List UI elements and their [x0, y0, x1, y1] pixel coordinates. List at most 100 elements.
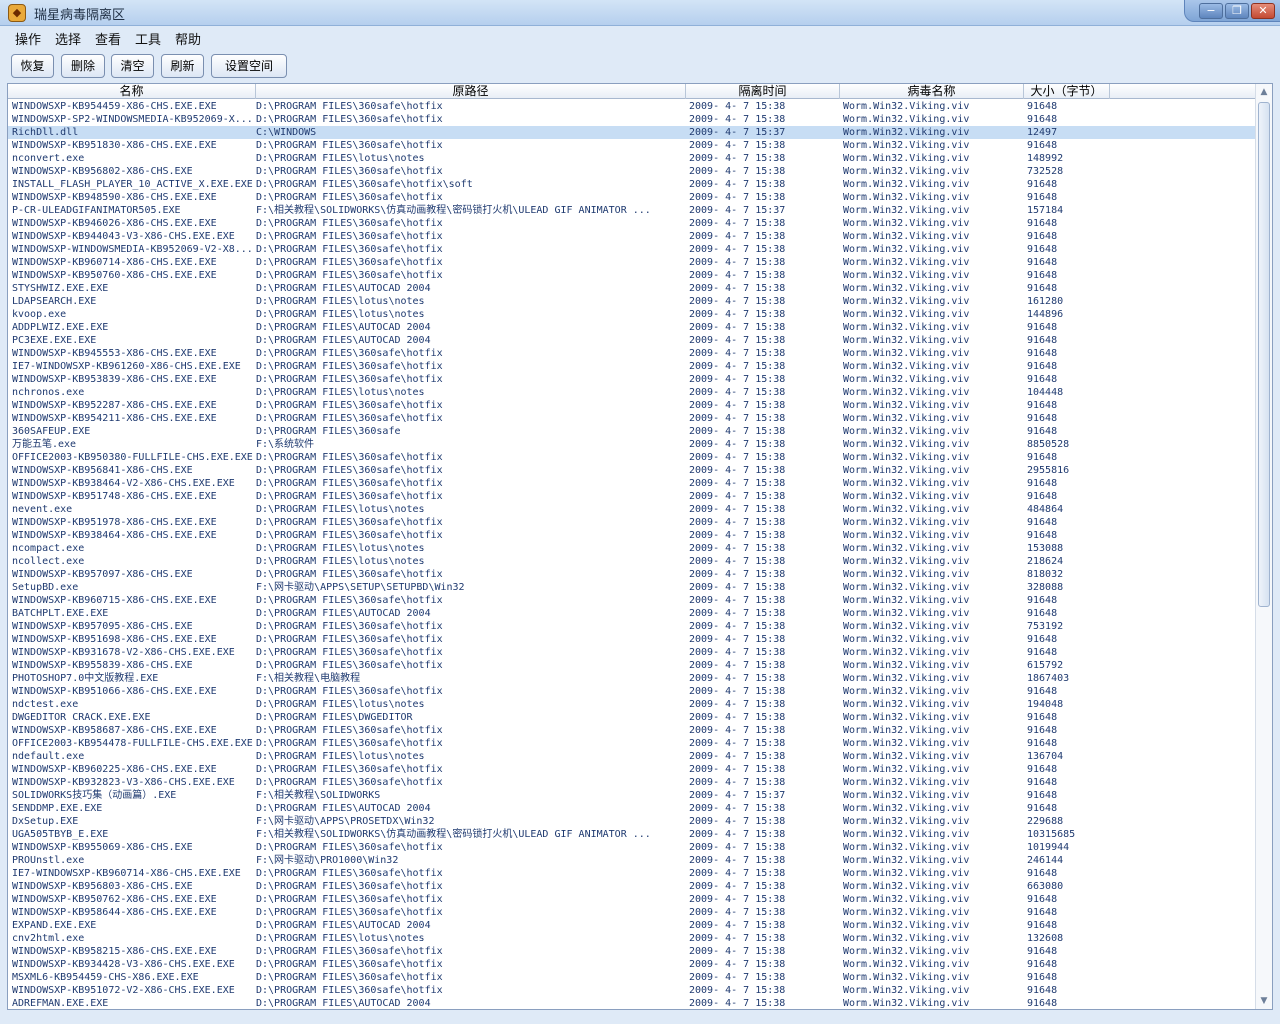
file-size: 91648 [1027, 374, 1058, 385]
set-space-button[interactable]: 设置空间 [211, 54, 287, 78]
table-row[interactable]: P-CR-ULEADGIFANIMATOR505.EXE F:\相关教程\SOLI… [8, 204, 1256, 217]
table-row[interactable]: UGA505TBYB_E.EXE F:\相关教程\SOLIDWORKS\仿真动画教… [8, 828, 1256, 841]
table-row[interactable]: WINDOWSXP-KB958687-X86-CHS.EXE.EXE D:\PRO… [8, 724, 1256, 737]
table-row[interactable]: nchronos.exe D:\PROGRAM FILES\lotus\notes… [8, 386, 1256, 399]
table-row[interactable]: WINDOWSXP-KB938464-X86-CHS.EXE.EXE D:\PRO… [8, 529, 1256, 542]
table-row[interactable]: PROUnstl.exe F:\网卡驱动\PRO1000\Win32 2009- 4… [8, 854, 1256, 867]
table-row[interactable]: WINDOWSXP-KB956803-X86-CHS.EXE D:\PROGRAM… [8, 880, 1256, 893]
table-row[interactable]: WINDOWSXP-KB951066-X86-CHS.EXE.EXE D:\PRO… [8, 685, 1256, 698]
table-row[interactable]: WINDOWSXP-KB960715-X86-CHS.EXE.EXE D:\PRO… [8, 594, 1256, 607]
table-row[interactable]: BATCHPLT.EXE.EXE D:\PROGRAM FILES\AUTOCAD… [8, 607, 1256, 620]
table-row[interactable]: nevent.exe D:\PROGRAM FILES\lotus\notes 20… [8, 503, 1256, 516]
vertical-scrollbar[interactable]: ▲ ▼ [1255, 84, 1272, 1009]
table-row[interactable]: LDAPSEARCH.EXE D:\PROGRAM FILES\lotus\not… [8, 295, 1256, 308]
table-row[interactable]: INSTALL_FLASH_PLAYER_10_ACTIVE_X.EXE.EXE… [8, 178, 1256, 191]
table-row[interactable]: WINDOWSXP-KB960225-X86-CHS.EXE.EXE D:\PRO… [8, 763, 1256, 776]
table-row[interactable]: WINDOWSXP-KB957097-X86-CHS.EXE D:\PROGRAM… [8, 568, 1256, 581]
column-size[interactable]: 大小（字节） [1024, 84, 1110, 99]
quarantine-time: 2009- 4- 7 15:38 [689, 751, 786, 762]
table-row[interactable]: SOLIDWORKS技巧集（动画篇）.EXE F:\相关教程\SOLIDWORKS… [8, 789, 1256, 802]
table-row[interactable]: 万能五笔.exe F:\系统软件 2009- 4- 7 15:38 Worm.Win3… [8, 438, 1256, 451]
table-row[interactable]: WINDOWSXP-KB960714-X86-CHS.EXE.EXE D:\PRO… [8, 256, 1256, 269]
table-row[interactable]: DxSetup.EXE F:\网卡驱动\APPS\PROSETDX\Win32 20… [8, 815, 1256, 828]
table-row[interactable]: nconvert.exe D:\PROGRAM FILES\lotus\notes… [8, 152, 1256, 165]
table-row[interactable]: WINDOWSXP-KB944043-V3-X86-CHS.EXE.EXE D:\… [8, 230, 1256, 243]
restore-button[interactable]: ❐ [1225, 3, 1249, 19]
table-row[interactable]: kvoop.exe D:\PROGRAM FILES\lotus\notes 200… [8, 308, 1256, 321]
table-row[interactable]: MSXML6-KB954459-CHS-X86.EXE.EXE D:\PROGRA… [8, 971, 1256, 984]
table-row[interactable]: ADREFMAN.EXE.EXE D:\PROGRAM FILES\AUTOCAD… [8, 997, 1256, 1009]
table-row[interactable]: WINDOWSXP-KB948590-X86-CHS.EXE.EXE D:\PRO… [8, 191, 1256, 204]
table-row[interactable]: WINDOWSXP-KB956841-X86-CHS.EXE D:\PROGRAM… [8, 464, 1256, 477]
table-row[interactable]: RichDll.dll C:\WINDOWS 2009- 4- 7 15:37 Wor… [8, 126, 1256, 139]
table-row[interactable]: WINDOWSXP-KB931678-V2-X86-CHS.EXE.EXE D:\… [8, 646, 1256, 659]
quarantine-list[interactable]: 名称 原路径 隔离时间 病毒名称 大小（字节） WINDOWSXP-KB9544… [7, 83, 1273, 1010]
table-row[interactable]: SetupBD.exe F:\网卡驱动\APPS\SETUP\SETUPBD\Wi… [8, 581, 1256, 594]
close-button[interactable]: ✕ [1251, 3, 1275, 19]
column-original-path[interactable]: 原路径 [256, 84, 686, 99]
table-row[interactable]: WINDOWSXP-KB954459-X86-CHS.EXE.EXE D:\PRO… [8, 100, 1256, 113]
table-row[interactable]: WINDOWSXP-KB952287-X86-CHS.EXE.EXE D:\PRO… [8, 399, 1256, 412]
quarantine-time: 2009- 4- 7 15:38 [689, 959, 786, 970]
table-row[interactable]: ncollect.exe D:\PROGRAM FILES\lotus\notes… [8, 555, 1256, 568]
table-row[interactable]: OFFICE2003-KB950380-FULLFILE-CHS.EXE.EXE… [8, 451, 1256, 464]
table-row[interactable]: WINDOWSXP-KB950760-X86-CHS.EXE.EXE D:\PRO… [8, 269, 1256, 282]
table-row[interactable]: WINDOWSXP-KB956802-X86-CHS.EXE D:\PROGRAM… [8, 165, 1256, 178]
table-row[interactable]: WINDOWSXP-SP2-WINDOWSMEDIA-KB952069-X...… [8, 113, 1256, 126]
table-row[interactable]: WINDOWSXP-KB958644-X86-CHS.EXE.EXE D:\PRO… [8, 906, 1256, 919]
table-row[interactable]: WINDOWSXP-WINDOWSMEDIA-KB952069-V2-X8...… [8, 243, 1256, 256]
table-row[interactable]: OFFICE2003-KB954478-FULLFILE-CHS.EXE.EXE… [8, 737, 1256, 750]
table-row[interactable]: ADDPLWIZ.EXE.EXE D:\PROGRAM FILES\AUTOCAD… [8, 321, 1256, 334]
table-row[interactable]: WINDOWSXP-KB938464-V2-X86-CHS.EXE.EXE D:\… [8, 477, 1256, 490]
table-row[interactable]: WINDOWSXP-KB955839-X86-CHS.EXE D:\PROGRAM… [8, 659, 1256, 672]
table-row[interactable]: DWGEDITOR CRACK.EXE.EXE D:\PROGRAM FILES\… [8, 711, 1256, 724]
table-row[interactable]: EXPAND.EXE.EXE D:\PROGRAM FILES\AUTOCAD 2… [8, 919, 1256, 932]
virus-name: Worm.Win32.Viking.viv [843, 894, 970, 905]
minimize-button[interactable]: − [1199, 3, 1223, 19]
delete-button[interactable]: 删除 [61, 54, 105, 78]
table-row[interactable]: WINDOWSXP-KB951698-X86-CHS.EXE.EXE D:\PRO… [8, 633, 1256, 646]
refresh-button[interactable]: 刷新 [161, 54, 204, 78]
table-row[interactable]: ncompact.exe D:\PROGRAM FILES\lotus\notes… [8, 542, 1256, 555]
table-row[interactable]: WINDOWSXP-KB954211-X86-CHS.EXE.EXE D:\PRO… [8, 412, 1256, 425]
menu-help[interactable]: 帮助 [172, 29, 204, 48]
table-row[interactable]: PC3EXE.EXE.EXE D:\PROGRAM FILES\AUTOCAD 2… [8, 334, 1256, 347]
table-row[interactable]: IE7-WINDOWSXP-KB960714-X86-CHS.EXE.EXE D:… [8, 867, 1256, 880]
restore-file-button[interactable]: 恢复 [11, 54, 54, 78]
table-row[interactable]: WINDOWSXP-KB953839-X86-CHS.EXE.EXE D:\PRO… [8, 373, 1256, 386]
table-row[interactable]: ndefault.exe D:\PROGRAM FILES\lotus\notes… [8, 750, 1256, 763]
virus-name: Worm.Win32.Viking.viv [843, 985, 970, 996]
table-row[interactable]: WINDOWSXP-KB955069-X86-CHS.EXE D:\PROGRAM… [8, 841, 1256, 854]
table-row[interactable]: WINDOWSXP-KB945553-X86-CHS.EXE.EXE D:\PRO… [8, 347, 1256, 360]
table-row[interactable]: WINDOWSXP-KB946026-X86-CHS.EXE.EXE D:\PRO… [8, 217, 1256, 230]
table-row[interactable]: WINDOWSXP-KB951830-X86-CHS.EXE.EXE D:\PRO… [8, 139, 1256, 152]
table-row[interactable]: PHOTOSHOP7.0中文版教程.EXE F:\相关教程\电脑教程 2009- 4… [8, 672, 1256, 685]
scrollbar-thumb[interactable] [1258, 102, 1270, 607]
table-row[interactable]: SENDDMP.EXE.EXE D:\PROGRAM FILES\AUTOCAD … [8, 802, 1256, 815]
table-row[interactable]: WINDOWSXP-KB951978-X86-CHS.EXE.EXE D:\PRO… [8, 516, 1256, 529]
table-row[interactable]: WINDOWSXP-KB950762-X86-CHS.EXE.EXE D:\PRO… [8, 893, 1256, 906]
column-name[interactable]: 名称 [8, 84, 256, 99]
menu-view[interactable]: 查看 [92, 29, 124, 48]
file-name: WINDOWSXP-KB950762-X86-CHS.EXE.EXE [12, 894, 217, 905]
column-quarantine-time[interactable]: 隔离时间 [686, 84, 840, 99]
menu-select[interactable]: 选择 [52, 29, 84, 48]
table-row[interactable]: WINDOWSXP-KB958215-X86-CHS.EXE.EXE D:\PRO… [8, 945, 1256, 958]
table-row[interactable]: IE7-WINDOWSXP-KB961260-X86-CHS.EXE.EXE D:… [8, 360, 1256, 373]
table-row[interactable]: WINDOWSXP-KB957095-X86-CHS.EXE D:\PROGRAM… [8, 620, 1256, 633]
virus-name: Worm.Win32.Viking.viv [843, 790, 970, 801]
scroll-up-icon[interactable]: ▲ [1256, 84, 1272, 100]
table-row[interactable]: WINDOWSXP-KB951072-V2-X86-CHS.EXE.EXE D:\… [8, 984, 1256, 997]
column-virus-name[interactable]: 病毒名称 [840, 84, 1024, 99]
table-row[interactable]: WINDOWSXP-KB951748-X86-CHS.EXE.EXE D:\PRO… [8, 490, 1256, 503]
menu-operate[interactable]: 操作 [12, 29, 44, 48]
table-row[interactable]: ndctest.exe D:\PROGRAM FILES\lotus\notes 2… [8, 698, 1256, 711]
table-row[interactable]: WINDOWSXP-KB932823-V3-X86-CHS.EXE.EXE D:\… [8, 776, 1256, 789]
table-row[interactable]: WINDOWSXP-KB934428-V3-X86-CHS.EXE.EXE D:\… [8, 958, 1256, 971]
scroll-down-icon[interactable]: ▼ [1256, 993, 1272, 1009]
menu-tools[interactable]: 工具 [132, 29, 164, 48]
table-row[interactable]: cnv2html.exe D:\PROGRAM FILES\lotus\notes… [8, 932, 1256, 945]
clear-button[interactable]: 清空 [111, 54, 154, 78]
table-row[interactable]: 360SAFEUP.EXE D:\PROGRAM FILES\360safe 200… [8, 425, 1256, 438]
table-row[interactable]: STYSHWIZ.EXE.EXE D:\PROGRAM FILES\AUTOCAD… [8, 282, 1256, 295]
